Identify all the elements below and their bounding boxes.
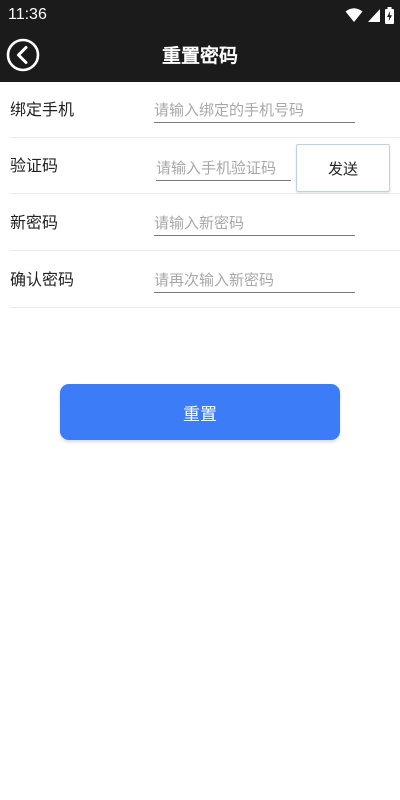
page-title: 重置密码 (161, 45, 238, 67)
reset-password-screen: 11:36 重置密码 绑定手机 验证码 (0, 0, 400, 800)
new-password-input[interactable] (154, 211, 355, 236)
phone-row: 绑定手机 (10, 82, 400, 138)
battery-charging-icon (385, 6, 394, 24)
confirm-password-label: 确认密码 (10, 270, 75, 289)
verification-code-row: 验证码 发送 (10, 138, 400, 194)
new-password-row: 新密码 (10, 195, 400, 251)
status-time: 11:36 (8, 6, 47, 23)
title-bar: 重置密码 (0, 30, 400, 82)
confirm-password-row: 确认密码 (10, 252, 400, 308)
status-icons (345, 6, 394, 24)
new-password-label: 新密码 (10, 213, 59, 232)
send-code-button[interactable]: 发送 (296, 144, 390, 192)
back-arrow-icon (6, 38, 40, 72)
back-button[interactable] (6, 38, 40, 72)
phone-label: 绑定手机 (10, 100, 75, 119)
signal-icon (368, 9, 380, 22)
verification-code-label: 验证码 (10, 156, 59, 175)
wifi-icon (345, 8, 363, 22)
phone-input[interactable] (154, 98, 355, 123)
reset-button[interactable]: 重置 (60, 384, 340, 440)
status-bar: 11:36 (0, 0, 400, 30)
confirm-password-input[interactable] (154, 268, 355, 293)
verification-code-input[interactable] (156, 156, 291, 181)
